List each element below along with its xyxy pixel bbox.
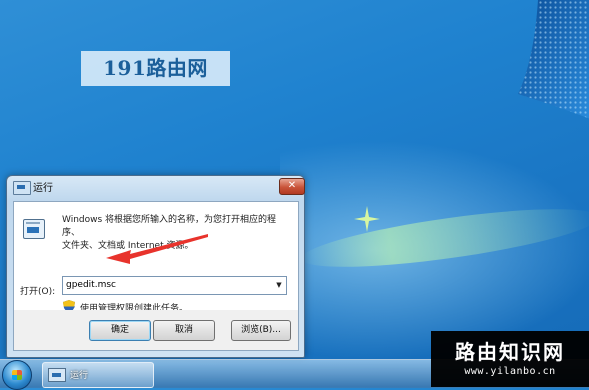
wallpaper-flag <box>518 0 589 119</box>
windows-start-icon[interactable] <box>2 360 32 390</box>
watermark-title: 路由知识网 <box>455 340 565 364</box>
open-label: 打开(O): <box>20 287 56 297</box>
red-pointer-arrow <box>106 234 208 264</box>
cancel-button[interactable]: 取消 <box>153 320 215 341</box>
close-icon: ✕ <box>287 180 297 191</box>
watermark-url: www.yilanbo.cn <box>464 366 556 377</box>
browse-button[interactable]: 浏览(B)... <box>231 320 291 341</box>
watermark-191-logo: 191路由网 <box>81 51 230 86</box>
run-icon <box>13 181 31 195</box>
watermark-site-badge: 路由知识网 www.yilanbo.cn <box>431 331 589 387</box>
taskbar-run-icon <box>48 368 66 382</box>
taskbar-run-button[interactable]: 运行 <box>42 362 154 388</box>
ok-button[interactable]: 确定 <box>89 320 151 341</box>
dropdown-arrow-icon[interactable]: ▼ <box>274 277 284 294</box>
wallpaper-sparkle <box>354 206 380 232</box>
run-program-icon <box>23 219 45 239</box>
taskbar-run-label: 运行 <box>70 371 89 381</box>
open-input[interactable] <box>65 278 267 292</box>
open-combobox[interactable]: ▼ <box>62 276 287 295</box>
dialog-title: 运行 <box>33 183 53 194</box>
title-bar[interactable]: 运行 ✕ <box>7 176 305 198</box>
close-button[interactable]: ✕ <box>279 178 305 195</box>
